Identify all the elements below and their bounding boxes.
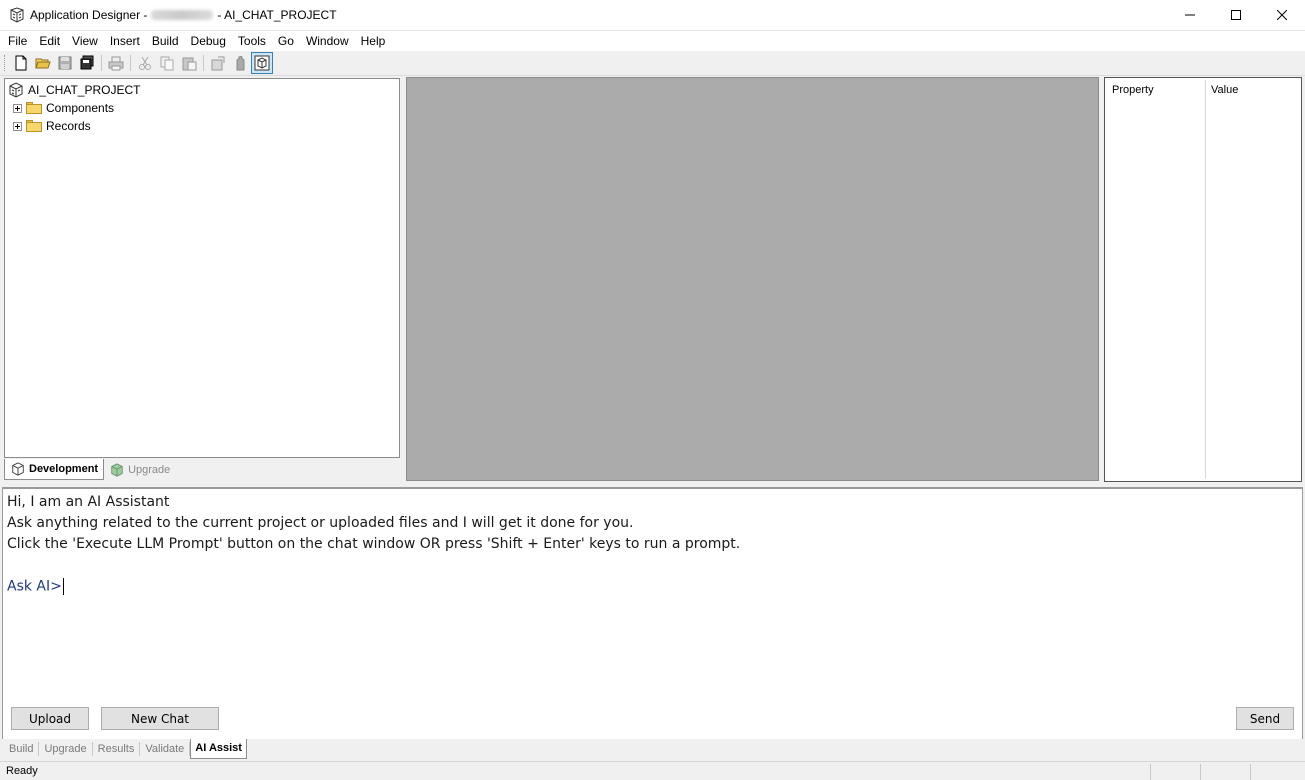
bookmark-button[interactable] — [229, 52, 251, 74]
menu-go[interactable]: Go — [272, 31, 300, 51]
menu-debug[interactable]: Debug — [185, 31, 232, 51]
save-icon — [58, 56, 72, 70]
tab-development-label: Development — [29, 463, 99, 475]
tree-item-label: Components — [46, 101, 115, 115]
new-button[interactable] — [10, 52, 32, 74]
hand-icon — [236, 56, 245, 71]
menu-bar: File Edit View Insert Build Debug Tools … — [0, 31, 1305, 51]
output-tabs: Build Upgrade Results Validate AI Assist — [4, 739, 247, 759]
properties-icon — [211, 56, 225, 71]
close-button[interactable] — [1259, 0, 1305, 30]
value-column-header[interactable]: Value — [1211, 84, 1238, 96]
folder-icon — [26, 102, 42, 114]
paste-icon — [182, 57, 197, 71]
chat-greeting: Hi, I am an AI Assistant — [7, 494, 170, 510]
tree-root[interactable]: AI_CHAT_PROJECT — [8, 81, 140, 99]
status-text: Ready — [6, 765, 38, 777]
print-button[interactable] — [105, 52, 127, 74]
tab-ai-assist[interactable]: AI Assist — [190, 739, 247, 759]
open-button[interactable] — [32, 52, 54, 74]
tree-root-label: AI_CHAT_PROJECT — [28, 83, 141, 97]
status-panel — [1250, 764, 1305, 780]
title-bar: Application Designer - - AI_CHAT_PROJECT — [0, 0, 1305, 31]
expand-icon[interactable] — [13, 121, 22, 131]
menu-help[interactable]: Help — [355, 31, 392, 51]
column-divider[interactable] — [1205, 80, 1206, 479]
new-file-icon — [15, 55, 27, 71]
tab-upgrade[interactable]: Upgrade — [104, 459, 175, 480]
toolbar-separator — [203, 55, 204, 71]
copy-icon — [160, 56, 174, 71]
minimize-icon — [1185, 14, 1195, 16]
toolbar-grip[interactable] — [4, 55, 7, 71]
maximize-icon — [1231, 10, 1241, 20]
print-icon — [108, 56, 124, 71]
new-chat-button[interactable]: New Chat — [101, 707, 219, 730]
project-tree: AI_CHAT_PROJECT Components Records — [4, 78, 400, 458]
paste-button[interactable] — [178, 52, 200, 74]
open-folder-icon — [35, 58, 51, 69]
properties-pane: Property Value — [1104, 77, 1302, 482]
property-column-header[interactable]: Property — [1112, 84, 1154, 96]
status-panel — [1200, 764, 1250, 780]
design-workspace[interactable] — [406, 77, 1099, 481]
project-icon — [9, 82, 23, 98]
toolbar — [0, 51, 1305, 76]
tab-upgrade-output[interactable]: Upgrade — [39, 742, 93, 756]
window-controls — [1167, 0, 1305, 30]
chat-hint: Click the 'Execute LLM Prompt' button on… — [7, 536, 741, 552]
development-icon — [12, 462, 24, 476]
cut-icon — [139, 56, 151, 70]
chat-prompt-input[interactable]: Ask AI> — [7, 578, 64, 595]
tab-upgrade-label: Upgrade — [128, 463, 171, 476]
folder-icon — [26, 120, 42, 132]
tab-build[interactable]: Build — [4, 742, 40, 756]
save-all-button[interactable] — [76, 52, 98, 74]
text-caret — [62, 578, 64, 595]
minimize-button[interactable] — [1167, 0, 1213, 30]
menu-view[interactable]: View — [66, 31, 104, 51]
ai-chat-window[interactable]: Hi, I am an AI Assistant Ask anything re… — [2, 487, 1303, 739]
tree-item-records[interactable]: Records — [13, 117, 91, 135]
toolbar-separator — [130, 55, 131, 71]
left-pane-tabs: Development Upgrade — [4, 459, 400, 481]
send-button[interactable]: Send — [1236, 707, 1294, 730]
save-button[interactable] — [54, 52, 76, 74]
chat-instructions: Ask anything related to the current proj… — [7, 515, 634, 531]
chat-prompt-label: Ask AI> — [7, 578, 62, 595]
project-workspace-icon — [254, 55, 270, 71]
window-title: Application Designer - - AI_CHAT_PROJECT — [30, 8, 337, 22]
menu-edit[interactable]: Edit — [33, 31, 66, 51]
project-title: - AI_CHAT_PROJECT — [217, 8, 337, 22]
save-all-icon — [80, 55, 94, 70]
upload-button[interactable]: Upload — [11, 707, 89, 730]
menu-build[interactable]: Build — [146, 31, 185, 51]
menu-file[interactable]: File — [2, 31, 33, 51]
redacted-database-name — [151, 10, 214, 20]
project-workspace-button[interactable] — [251, 52, 273, 74]
tree-item-label: Records — [46, 119, 91, 133]
copy-button[interactable] — [156, 52, 178, 74]
menu-insert[interactable]: Insert — [104, 31, 146, 51]
upgrade-icon — [111, 462, 123, 477]
status-panel — [1150, 764, 1200, 780]
cut-button[interactable] — [134, 52, 156, 74]
tab-validate[interactable]: Validate — [140, 742, 191, 756]
menu-tools[interactable]: Tools — [232, 31, 272, 51]
toolbar-separator — [101, 55, 102, 71]
app-name: Application Designer - — [30, 8, 148, 22]
maximize-button[interactable] — [1213, 0, 1259, 30]
properties-button[interactable] — [207, 52, 229, 74]
status-bar: Ready — [0, 761, 1305, 780]
tab-results[interactable]: Results — [93, 742, 141, 756]
menu-window[interactable]: Window — [300, 31, 355, 51]
tab-development[interactable]: Development — [4, 459, 105, 480]
expand-icon[interactable] — [13, 103, 22, 113]
app-designer-icon — [10, 7, 24, 23]
close-icon — [1277, 10, 1287, 20]
tree-item-components[interactable]: Components — [13, 99, 114, 117]
